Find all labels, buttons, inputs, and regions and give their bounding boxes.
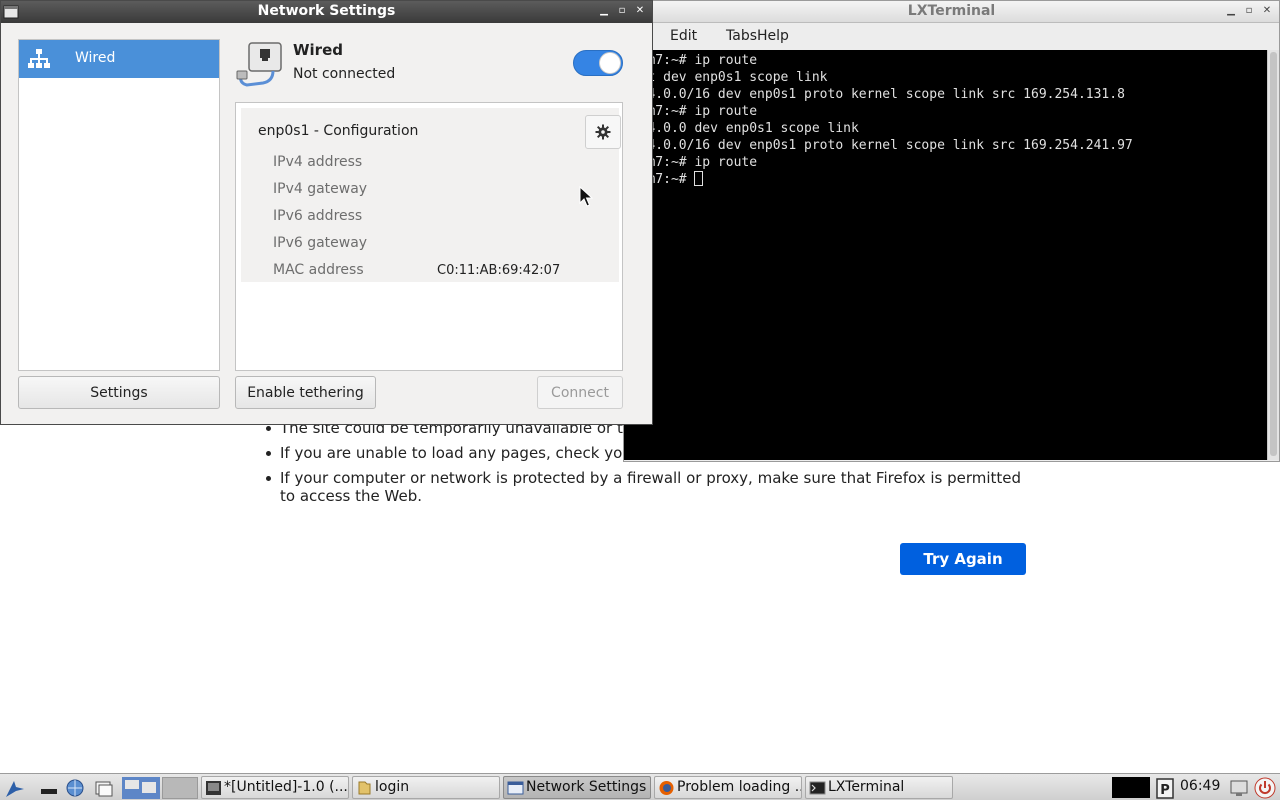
task-firefox[interactable]: Problem loading ... <box>654 776 802 799</box>
ipv6-gateway-label: IPv6 gateway <box>273 235 368 251</box>
list-item: If your computer or network is protected… <box>262 469 1032 505</box>
device-status: Not connected <box>293 66 396 82</box>
minimize-icon[interactable]: ▁ <box>1225 5 1237 17</box>
terminal-titlebar[interactable]: LXTerminal ▁ ▫ ✕ <box>624 1 1279 23</box>
ipv6-address-label: IPv6 address <box>273 208 363 224</box>
taskbar: *[Untitled]-1.0 (... login Network Setti… <box>0 773 1280 800</box>
browser-launcher-icon[interactable] <box>64 777 86 799</box>
terminal-scrollbar[interactable] <box>1267 50 1279 460</box>
terminal-line: 254.0.0 dev enp0s1 scope link <box>624 121 859 136</box>
terminal-output[interactable]: :@vm7:~# ip route ault dev enp0s1 scope … <box>624 50 1268 460</box>
toggle-knob <box>599 52 621 74</box>
mac-address-label: MAC address <box>273 262 364 278</box>
gimp-icon <box>206 781 221 795</box>
maximize-icon[interactable]: ▫ <box>1243 5 1255 17</box>
window-title: LXTerminal <box>907 3 996 19</box>
cpu-monitor <box>1112 777 1150 798</box>
show-desktop-icon[interactable] <box>38 777 60 799</box>
task-gimp[interactable]: *[Untitled]-1.0 (... <box>201 776 349 799</box>
menu-tabs[interactable]: Tabs <box>726 28 757 44</box>
configuration-title: enp0s1 - Configuration <box>258 123 419 139</box>
maximize-icon[interactable]: ▫ <box>616 4 628 18</box>
window-icon <box>507 781 524 795</box>
terminal-cursor <box>694 171 704 186</box>
clipboard-icon[interactable]: P <box>1154 777 1176 799</box>
terminal-line: 254.0.0/16 dev enp0s1 proto kernel scope… <box>624 138 1133 153</box>
task-label: Problem loading ... <box>677 779 802 795</box>
network-titlebar[interactable]: Network Settings ▁ ▫ ✕ <box>1 1 652 23</box>
task-login[interactable]: login <box>352 776 500 799</box>
ethernet-device-icon <box>236 42 282 87</box>
task-label: LXTerminal <box>828 779 905 795</box>
desktop-pager-icon[interactable] <box>122 777 160 799</box>
enable-tethering-button[interactable]: Enable tethering <box>235 376 376 409</box>
folder-icon <box>358 781 371 795</box>
terminal-line: ault dev enp0s1 scope link <box>624 70 828 85</box>
terminal-icon <box>809 781 826 795</box>
device-label: Wired <box>75 50 116 66</box>
desktop-pager-2[interactable] <box>162 777 198 799</box>
mac-address-value: C0:11:AB:69:42:07 <box>437 263 561 278</box>
ipv4-address-label: IPv4 address <box>273 154 363 170</box>
firefox-icon <box>659 781 674 795</box>
try-again-button[interactable]: Try Again <box>900 543 1026 575</box>
gear-icon <box>595 124 611 140</box>
clock[interactable]: 06:49 <box>1180 778 1220 794</box>
screen-lock-icon[interactable] <box>1228 777 1250 799</box>
close-icon[interactable]: ✕ <box>634 4 646 18</box>
ipv4-gateway-label: IPv4 gateway <box>273 181 368 197</box>
mouse-pointer-icon <box>579 186 593 207</box>
device-item-wired[interactable]: Wired <box>19 40 219 78</box>
lxterminal-window: LXTerminal ▁ ▫ ✕ Edit Tabs Help :@vm7:~#… <box>623 0 1280 462</box>
task-network-settings[interactable]: Network Settings <box>503 776 651 799</box>
terminal-line: 254.0.0/16 dev enp0s1 proto kernel scope… <box>624 87 1125 102</box>
desktop: The site could be temporarily unavailabl… <box>0 0 1280 800</box>
menu-edit[interactable]: Edit <box>670 28 697 44</box>
configure-button[interactable] <box>585 115 621 149</box>
scrollbar-thumb[interactable] <box>1270 52 1277 456</box>
task-lxterminal[interactable]: LXTerminal <box>805 776 953 799</box>
start-menu-icon[interactable] <box>4 777 26 799</box>
settings-button[interactable]: Settings <box>18 376 220 409</box>
close-icon[interactable]: ✕ <box>1261 5 1273 17</box>
configuration-details: enp0s1 - Configuration IPv4 address IPv4… <box>241 108 621 282</box>
terminal-menubar: Edit Tabs Help <box>624 23 1279 49</box>
svg-text:P: P <box>1160 783 1170 798</box>
device-list: Wired <box>18 39 220 371</box>
connect-button[interactable]: Connect <box>537 376 623 409</box>
device-name: Wired <box>293 41 343 59</box>
task-label: *[Untitled]-1.0 (... <box>224 779 348 795</box>
minimize-icon[interactable]: ▁ <box>598 4 610 18</box>
wired-toggle-switch[interactable] <box>573 50 623 76</box>
window-title: Network Settings <box>257 3 396 19</box>
task-label: Network Settings <box>526 779 647 795</box>
network-settings-window: Network Settings ▁ ▫ ✕ Wired Wired Not c… <box>0 0 653 425</box>
power-icon[interactable] <box>1254 777 1276 799</box>
task-label: login <box>375 779 410 795</box>
menu-help[interactable]: Help <box>757 28 789 44</box>
configuration-panel: enp0s1 - Configuration IPv4 address IPv4… <box>235 102 623 371</box>
file-manager-launcher-icon[interactable] <box>93 777 115 799</box>
wired-network-icon <box>28 49 50 68</box>
